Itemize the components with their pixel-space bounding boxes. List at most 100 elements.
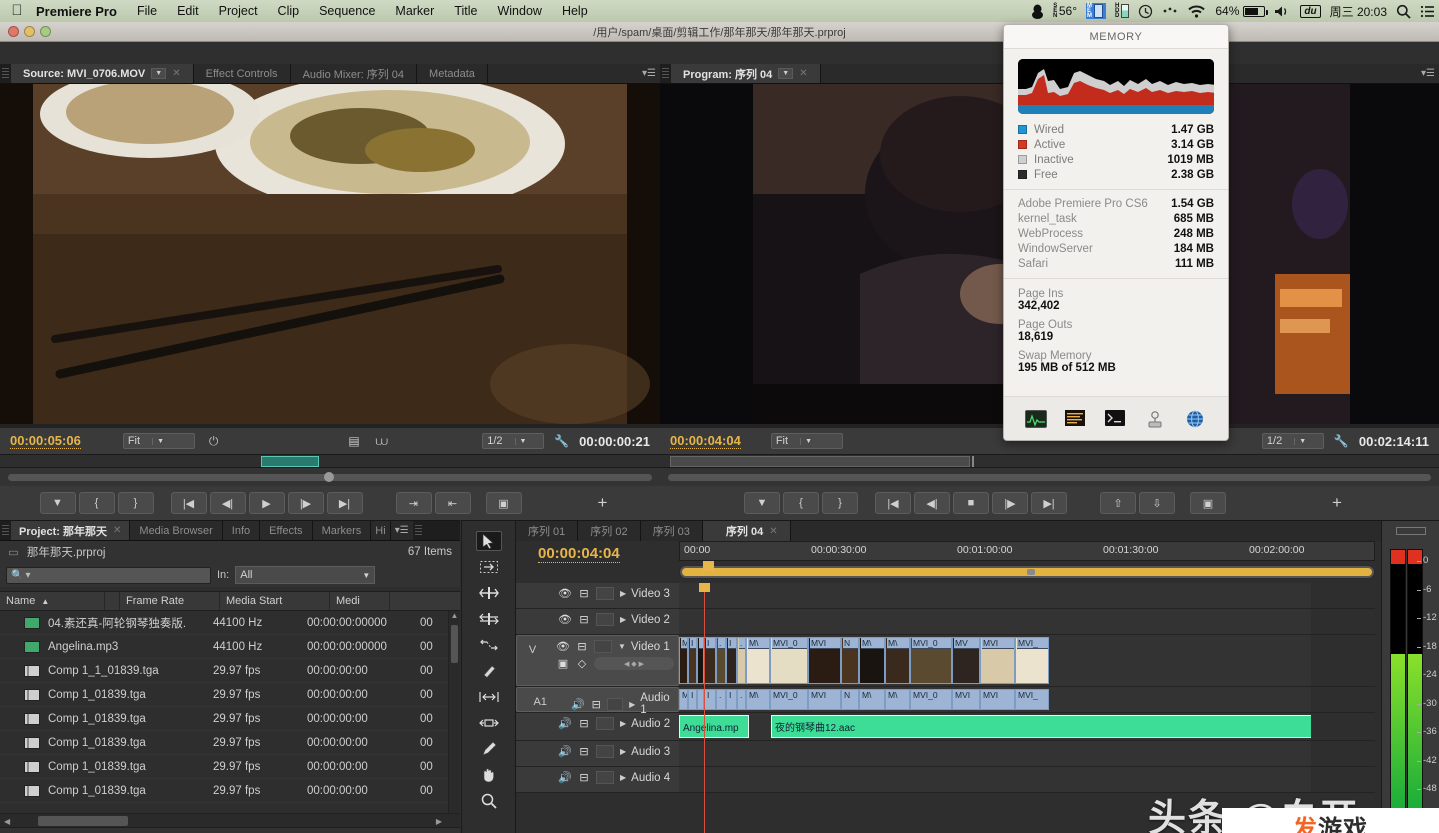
network-utility-icon[interactable] <box>1185 410 1207 428</box>
track-source-indicator[interactable] <box>516 717 558 721</box>
timeline-audio-clip[interactable]: MVI <box>808 689 841 710</box>
chevron-right-icon[interactable]: ▶ <box>620 747 626 756</box>
apple-icon[interactable]:  <box>0 2 34 21</box>
tab-source-mvi0706[interactable]: Source: MVI_0706.MOV ▼ ✕ <box>11 64 194 83</box>
table-row[interactable]: Angelina.mp3 44100 Hz 00:00:00:00000 00 <box>0 635 460 659</box>
program-zoom-bar[interactable] <box>660 468 1439 488</box>
track-source-indicator[interactable] <box>516 745 558 749</box>
source-current-time[interactable]: 00:00:05:06 <box>10 433 81 449</box>
table-row[interactable]: Comp 1_01839.tga 29.97 fps 00:00:00:00 00 <box>0 755 460 779</box>
timeline-video-clip[interactable] <box>697 637 704 684</box>
timeline-video-clip[interactable]: M\ <box>885 637 910 684</box>
disk-utility-icon[interactable] <box>1145 410 1167 428</box>
menu-help[interactable]: Help <box>552 4 598 18</box>
timeline-audio-clip[interactable] <box>697 689 704 710</box>
track-header[interactable]: A1 🔊 ⊟ ▶ Audio 1 <box>516 687 679 716</box>
source-zoom-bar[interactable] <box>0 468 660 488</box>
timeline-video-clip[interactable]: MVI_0 <box>910 637 952 684</box>
track-clip-area[interactable] <box>679 583 1311 608</box>
tab-program-sequence04[interactable]: Program: 序列 04 ▼ ✕ <box>671 64 821 83</box>
notification-center-icon[interactable] <box>1420 5 1435 18</box>
mark-in-button[interactable]: { <box>78 492 115 514</box>
timeline-audio-clip[interactable]: M\ <box>885 689 910 710</box>
menu-project[interactable]: Project <box>209 4 268 18</box>
table-row[interactable]: Comp 1_1_01839.tga 29.97 fps 00:00:00:00 00 <box>0 659 460 683</box>
penguin-icon[interactable] <box>1031 4 1044 19</box>
marker-button[interactable]: ▼ <box>744 492 780 514</box>
timeline-video-clip[interactable]: I <box>704 637 716 684</box>
mark-out-button[interactable]: } <box>117 492 154 514</box>
step-forward-button[interactable]: |▶ <box>287 492 324 514</box>
panel-menu-icon[interactable]: ▾☰ <box>390 521 413 540</box>
lock-sync-icon[interactable]: ⊟ <box>577 717 591 730</box>
track-header[interactable]: 🔊 ⊟ ▶ Audio 3 <box>516 741 679 766</box>
project-vertical-scrollbar[interactable]: ▲ ▼ <box>448 611 460 825</box>
source-wrench-icon[interactable]: 🔧 <box>554 434 569 448</box>
source-fit-dropdown[interactable]: Fit ▼ <box>122 433 195 449</box>
timeline-audio-clip[interactable]: MVI_0 <box>910 689 952 710</box>
source-scrubber[interactable] <box>0 454 660 468</box>
timeline-video-clip[interactable]: I <box>726 637 737 684</box>
go-to-out-button[interactable]: ▶| <box>1031 492 1067 514</box>
timeline-audio-clip[interactable]: N <box>841 689 859 710</box>
chevron-right-icon[interactable]: ▶ <box>620 773 626 782</box>
slide-tool[interactable] <box>476 713 502 733</box>
close-icon[interactable]: ✕ <box>799 68 807 79</box>
timeline-audio-clip[interactable]: MVI_ <box>1015 689 1049 710</box>
tab-project[interactable]: Project: 那年那天 ✕ <box>11 521 131 540</box>
timeline-video-clip[interactable]: MVI <box>808 637 841 684</box>
timeline-audio-clip[interactable]: . <box>716 689 726 710</box>
meter-grip[interactable] <box>1396 527 1426 535</box>
slip-tool[interactable] <box>476 687 502 707</box>
program-wrench-icon[interactable]: 🔧 <box>1334 434 1349 448</box>
playhead-handle[interactable] <box>703 561 714 571</box>
timeline-current-time[interactable]: 00:00:04:04 <box>538 545 620 563</box>
console-icon[interactable] <box>1065 409 1087 428</box>
track-lock-box[interactable] <box>596 613 614 626</box>
track-header[interactable]: 👁 ⊟ ▶ Video 3 <box>516 583 679 608</box>
track-lock-box[interactable] <box>607 697 624 711</box>
chevron-right-icon[interactable]: ▶ <box>620 615 626 624</box>
activity-monitor-icon[interactable] <box>1025 409 1047 428</box>
menu-edit[interactable]: Edit <box>167 4 209 18</box>
sensor-temperature-indicator[interactable]: SEN 56° <box>1053 3 1077 19</box>
source-frames-icon[interactable]: ▤ <box>348 434 359 448</box>
track-clip-area[interactable]: Angelina.mp 夜的钢琴曲12.aac <box>679 713 1311 740</box>
add-button[interactable]: + <box>1319 492 1355 514</box>
timeline-video-clip[interactable]: MVI_ <box>1015 637 1049 684</box>
timeline-ruler[interactable]: 00:00 00:00:30:00 00:01:00:00 00:01:30:0… <box>679 541 1375 561</box>
timeline-playhead[interactable] <box>699 583 710 833</box>
hdd-menu-icon[interactable]: HDD <box>1115 3 1130 19</box>
track-lock-box[interactable] <box>596 771 614 784</box>
marker-button[interactable]: ▼ <box>39 492 76 514</box>
chevron-down-icon[interactable]: ▼ <box>618 642 626 651</box>
lock-sync-icon[interactable]: ⊟ <box>590 698 602 711</box>
source-waveform-icon[interactable]: ⩊ <box>376 434 388 449</box>
go-to-out-button[interactable]: ▶| <box>326 492 363 514</box>
timeline-audio-clip[interactable]: M <box>679 689 688 710</box>
track-source-indicator[interactable] <box>516 613 558 617</box>
pen-tool[interactable] <box>476 739 502 759</box>
timeline-audio-clip[interactable]: MVI <box>952 689 980 710</box>
add-button[interactable]: + <box>585 492 621 514</box>
play-button[interactable]: ▶ <box>248 492 285 514</box>
table-row[interactable]: Comp 1_01839.tga 29.97 fps 00:00:00:00 00 <box>0 683 460 707</box>
tab-metadata[interactable]: Metadata <box>417 64 488 83</box>
speaker-icon[interactable]: 🔊 <box>571 698 585 711</box>
timeline-video-clip[interactable]: . <box>716 637 726 684</box>
timeline-audio-clip[interactable]: Angelina.mp <box>679 715 749 738</box>
track-header[interactable]: 🔊 ⊟ ▶ Audio 4 <box>516 767 679 792</box>
stop-button[interactable]: ■ <box>953 492 989 514</box>
timeline-video-clip[interactable]: M\ <box>859 637 885 684</box>
column-name[interactable]: Name ▲ <box>0 592 105 610</box>
export-frame-button[interactable]: ▣ <box>485 492 522 514</box>
eye-icon[interactable]: 👁 <box>558 613 572 626</box>
menu-clip[interactable]: Clip <box>268 4 310 18</box>
menu-window[interactable]: Window <box>487 4 551 18</box>
program-scrubber[interactable] <box>660 454 1439 468</box>
menu-app-name[interactable]: Premiere Pro <box>34 4 127 19</box>
timeline-audio-clip[interactable]: MVI_0 <box>770 689 808 710</box>
filter-dropdown[interactable]: All ▼ <box>235 566 376 584</box>
zoom-tool[interactable] <box>476 791 502 811</box>
step-forward-button[interactable]: |▶ <box>992 492 1028 514</box>
